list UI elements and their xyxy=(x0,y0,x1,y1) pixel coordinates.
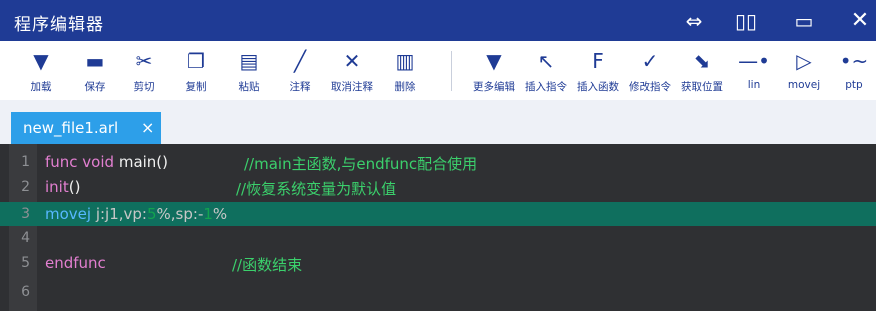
comment-button[interactable]: ╱ 注释 xyxy=(281,47,319,97)
program-editor-window: 程序编辑器 ⇔ ▯▯ ▭ ✕ ▼ 加载 ▬ 保存 ✂ 剪切 ❐ 复制 ▤ 粘贴 … xyxy=(0,0,876,311)
copy-label: 复制 xyxy=(185,81,207,93)
window-title: 程序编辑器 xyxy=(14,15,104,35)
load-icon: ▼ xyxy=(33,49,49,73)
insert-function-button[interactable]: F 插入函数 xyxy=(572,47,624,97)
save-button[interactable]: ▬ 保存 xyxy=(76,47,114,97)
code-text: func void main() xyxy=(45,153,168,171)
save-label: 保存 xyxy=(84,81,106,93)
tab-strip: new_file1.arl × xyxy=(0,100,876,144)
tab-new-file1[interactable]: new_file1.arl × xyxy=(11,112,161,144)
code-body: () xyxy=(68,178,81,196)
ptp-label: ptp xyxy=(845,79,863,91)
keyword: endfunc xyxy=(45,254,106,272)
cut-button[interactable]: ✂ 剪切 xyxy=(125,47,163,97)
modify-instruction-button[interactable]: ✓ 修改指令 xyxy=(624,47,676,97)
movej-button[interactable]: ▷ movej xyxy=(781,47,827,97)
tab-close-icon[interactable]: × xyxy=(141,118,154,137)
load-button[interactable]: ▼ 加载 xyxy=(22,47,60,97)
line-number: 4 xyxy=(21,230,30,246)
comment-label: 注释 xyxy=(289,81,311,93)
save-icon: ▬ xyxy=(85,49,105,73)
get-position-label: 获取位置 xyxy=(681,81,723,93)
edit-check-icon: ✓ xyxy=(641,49,659,73)
code-line[interactable]: 2 init() //恢复系统变量为默认值 xyxy=(0,175,876,199)
get-position-button[interactable]: ⬊ 获取位置 xyxy=(676,47,728,97)
load-label: 加载 xyxy=(30,81,52,93)
code-line[interactable]: 5 endfunc //函数结束 xyxy=(0,251,876,275)
toolbar: ▼ 加载 ▬ 保存 ✂ 剪切 ❐ 复制 ▤ 粘贴 ╱ 注释 ✕ 取消注释 ▥ 删 xyxy=(0,41,876,101)
code-args: j:j1,vp: xyxy=(91,205,147,223)
tab-filename: new_file1.arl xyxy=(23,119,119,137)
code-args: %,sp:- xyxy=(156,205,204,223)
uncomment-label: 取消注释 xyxy=(331,81,373,93)
title-bar: 程序编辑器 ⇔ ▯▯ ▭ ✕ xyxy=(0,0,876,41)
function-icon: F xyxy=(592,49,604,73)
insert-instruction-button[interactable]: ↖ 插入指令 xyxy=(520,47,572,97)
line-number: 6 xyxy=(21,284,30,300)
code-args: % xyxy=(212,205,228,223)
insert-instruction-icon: ↖ xyxy=(537,49,555,73)
keyword: init xyxy=(45,178,69,196)
line-number: 3 xyxy=(21,206,30,222)
swap-icon[interactable]: ⇔ xyxy=(680,8,708,34)
code-body: main() xyxy=(114,153,169,171)
line-number: 2 xyxy=(21,179,30,195)
ptp-button[interactable]: •~ ptp xyxy=(836,47,872,97)
delete-button[interactable]: ▥ 删除 xyxy=(388,47,422,97)
code-line-active[interactable]: 3 movej j:j1,vp:5%,sp:-1% xyxy=(0,202,876,226)
delete-label: 删除 xyxy=(394,81,416,93)
code-number: 1 xyxy=(203,205,213,223)
code-number: 5 xyxy=(146,205,157,223)
code-editor[interactable]: 1 func void main() //main主函数,与endfunc配合使… xyxy=(0,144,876,311)
paste-button[interactable]: ▤ 粘贴 xyxy=(230,47,268,97)
pointer-icon: ⬊ xyxy=(693,49,711,73)
uncomment-button[interactable]: ✕ 取消注释 xyxy=(326,47,378,97)
insert-instruction-label: 插入指令 xyxy=(525,81,567,93)
line-number: 5 xyxy=(21,255,30,271)
code-line[interactable]: 4 xyxy=(0,226,876,250)
tile-windows-icon[interactable]: ▯▯ xyxy=(732,8,760,34)
code-comment: //恢复系统变量为默认值 xyxy=(236,180,397,198)
code-line[interactable]: 6 xyxy=(0,280,876,304)
copy-button[interactable]: ❐ 复制 xyxy=(177,47,215,97)
maximize-icon[interactable]: ▭ xyxy=(790,8,818,34)
paste-label: 粘贴 xyxy=(238,81,260,93)
code-text: init() xyxy=(45,178,80,196)
close-icon[interactable]: ✕ xyxy=(846,8,874,34)
copy-icon: ❐ xyxy=(187,49,205,73)
keyword: func void xyxy=(45,153,115,171)
code-comment: //main主函数,与endfunc配合使用 xyxy=(244,155,478,173)
chevron-down-icon: ▼ xyxy=(486,49,502,73)
code-text: endfunc xyxy=(45,254,106,272)
insert-function-label: 插入函数 xyxy=(577,81,619,93)
code-text: movej j:j1,vp:5%,sp:-1% xyxy=(45,205,227,223)
toolbar-divider xyxy=(451,51,452,91)
comment-icon: ╱ xyxy=(293,49,307,73)
lin-label: lin xyxy=(747,79,761,91)
line-number: 1 xyxy=(21,154,30,170)
cut-label: 剪切 xyxy=(133,81,155,93)
linear-move-icon: —• xyxy=(738,49,770,73)
joint-move-icon: ▷ xyxy=(796,49,812,73)
code-comment: //函数结束 xyxy=(232,256,303,274)
cut-icon: ✂ xyxy=(135,49,153,73)
keyword: movej xyxy=(45,205,92,223)
code-line[interactable]: 1 func void main() //main主函数,与endfunc配合使… xyxy=(0,150,876,174)
more-edit-label: 更多编辑 xyxy=(473,81,515,93)
trash-icon: ▥ xyxy=(395,49,415,73)
paste-icon: ▤ xyxy=(239,49,259,73)
uncomment-icon: ✕ xyxy=(343,49,361,73)
more-edit-button[interactable]: ▼ 更多编辑 xyxy=(468,47,520,97)
ptp-icon: •~ xyxy=(839,49,869,73)
modify-instruction-label: 修改指令 xyxy=(629,81,671,93)
lin-button[interactable]: —• lin xyxy=(737,47,771,97)
movej-label: movej xyxy=(787,79,821,91)
